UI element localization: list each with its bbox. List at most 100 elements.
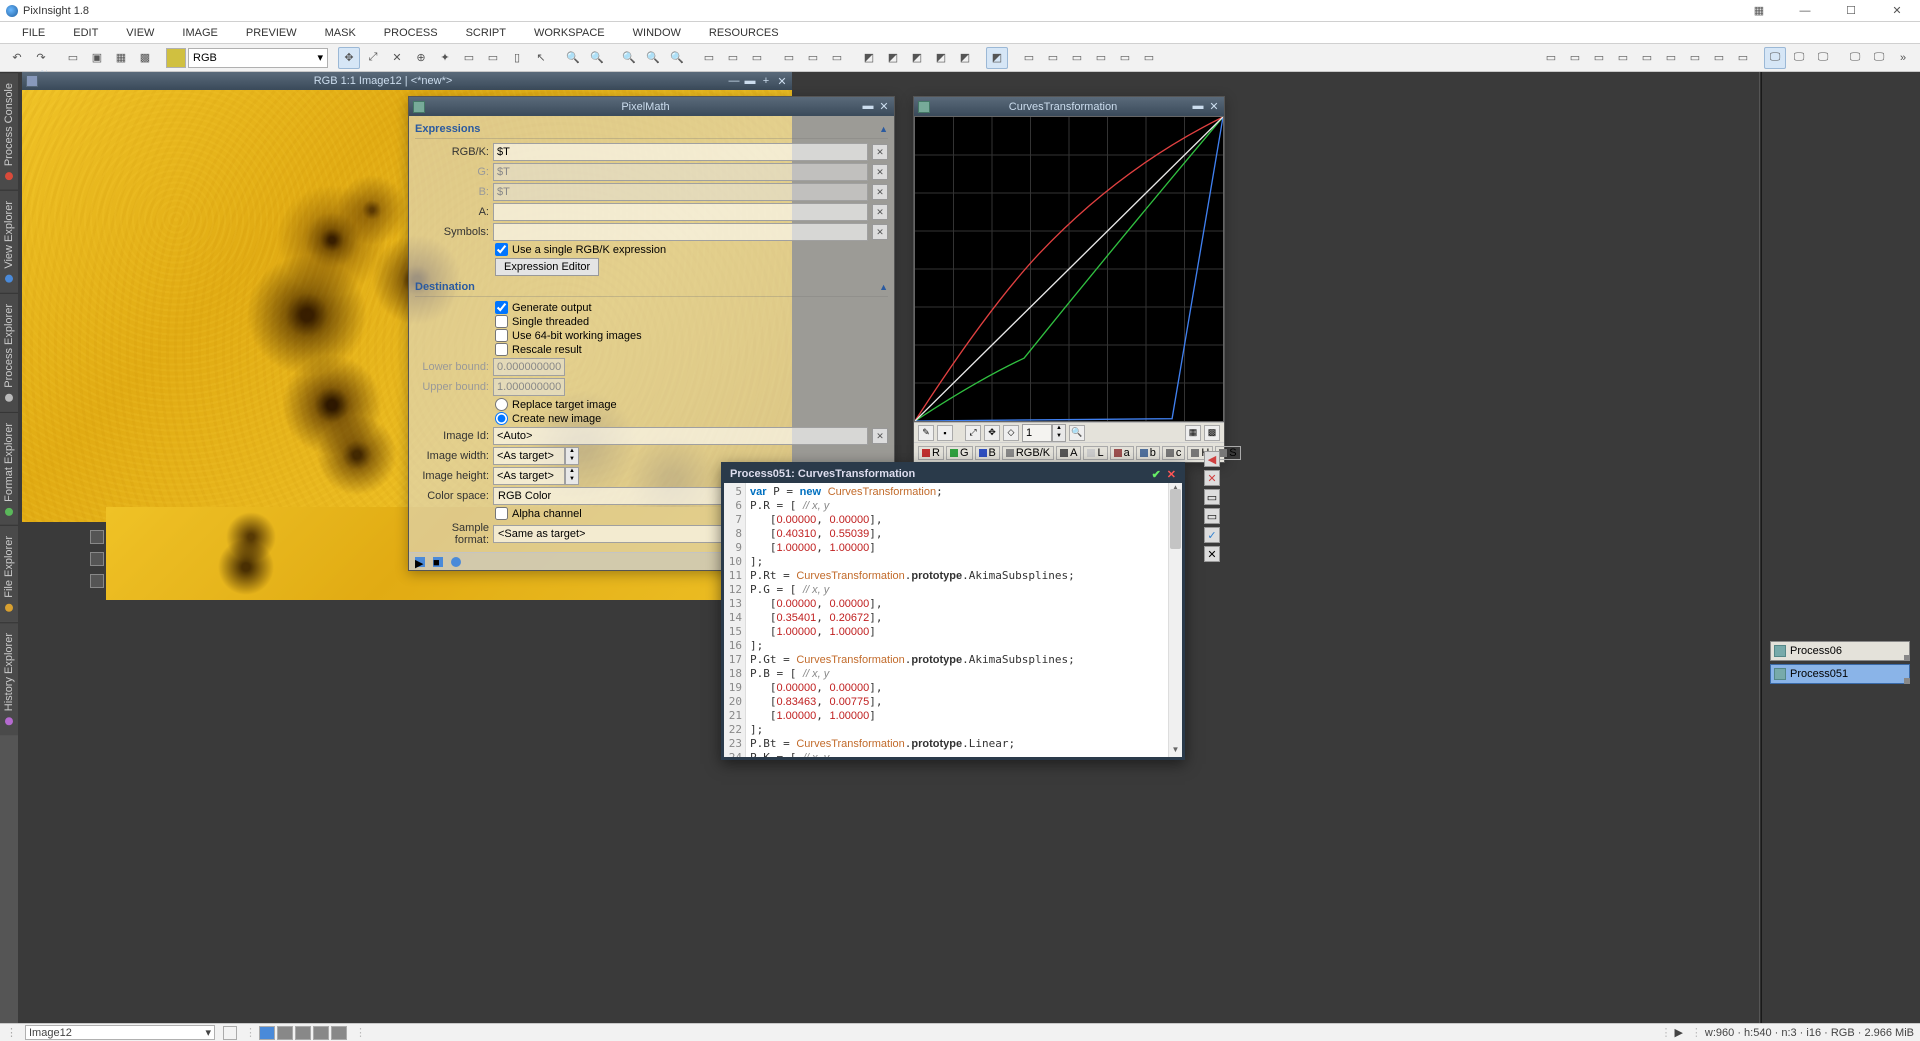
input-image-id[interactable] — [493, 427, 868, 445]
curve-grid-icon[interactable]: ▦ — [1185, 425, 1201, 441]
curves-plot[interactable] — [914, 116, 1224, 422]
preview-icon[interactable]: ▭ — [826, 47, 848, 69]
tool-icon[interactable]: ▭ — [62, 47, 84, 69]
redo-button[interactable]: ↷ — [30, 47, 52, 69]
menu-resources[interactable]: RESOURCES — [695, 24, 793, 42]
sidetab-process-console[interactable]: Process Console — [0, 72, 18, 190]
status-view-select[interactable]: Image12▾ — [25, 1025, 215, 1040]
cursor-icon[interactable]: ↖ — [530, 47, 552, 69]
grip-icon[interactable]: ⋮ — [245, 1026, 251, 1039]
mask-icon[interactable]: ◩ — [930, 47, 952, 69]
seg-icon[interactable] — [295, 1026, 311, 1040]
curve-zoom-icon[interactable]: ⤢ — [965, 425, 981, 441]
curve-zoom-icon[interactable]: ◇ — [1003, 425, 1019, 441]
menu-workspace[interactable]: WORKSPACE — [520, 24, 619, 42]
spinner-icon[interactable]: ▲▼ — [565, 447, 579, 465]
menu-process[interactable]: PROCESS — [370, 24, 452, 42]
preview-icon[interactable]: ▭ — [746, 47, 768, 69]
chk-use-single[interactable] — [495, 243, 508, 256]
curve-apply-icon[interactable]: ✓ — [1204, 527, 1220, 543]
ch-a[interactable]: A — [1056, 446, 1081, 460]
chk-use-64bit[interactable] — [495, 329, 508, 342]
screen-icon[interactable]: ▭ — [1066, 47, 1088, 69]
chk-generate-output[interactable] — [495, 301, 508, 314]
code-apply-icon[interactable]: ✔ — [1152, 468, 1161, 481]
square-icon[interactable]: ■ — [433, 557, 443, 567]
tool-icon[interactable]: ✦ — [434, 47, 456, 69]
ch-rgbk[interactable]: RGB/K — [1002, 446, 1054, 460]
curve-zoom-value[interactable] — [1022, 424, 1052, 442]
preview-icon[interactable]: ▭ — [722, 47, 744, 69]
monitor-icon[interactable]: 🖵 — [1868, 47, 1890, 69]
ch-b[interactable]: B — [975, 446, 1000, 460]
workspace-icon[interactable]: ▭ — [1540, 47, 1562, 69]
curve-tool-icon[interactable]: ▭ — [1204, 508, 1220, 524]
sidetab-view-explorer[interactable]: View Explorer — [0, 190, 18, 293]
radio-replace[interactable] — [495, 398, 508, 411]
menu-window[interactable]: WINDOW — [619, 24, 695, 42]
status-handle-icon[interactable]: ⋮ — [6, 1026, 17, 1039]
tool-icon[interactable]: ▯ — [506, 47, 528, 69]
mask-icon[interactable]: ◩ — [882, 47, 904, 69]
channel-swatch[interactable] — [166, 48, 186, 68]
input-image-height[interactable] — [493, 467, 565, 485]
grip-icon[interactable]: ⋮ — [355, 1026, 361, 1039]
mask-icon[interactable]: ◩ — [986, 47, 1008, 69]
clear-b-button[interactable]: ✕ — [872, 184, 888, 200]
screen-icon[interactable]: ▭ — [1042, 47, 1064, 69]
workspace-icon[interactable]: ▭ — [1732, 47, 1754, 69]
workspace-divider[interactable] — [1759, 72, 1762, 1023]
input-symbols[interactable] — [493, 223, 868, 241]
ch-g[interactable]: G — [946, 446, 973, 460]
workspace-icon[interactable]: ▭ — [1612, 47, 1634, 69]
preview-icon[interactable]: ▭ — [698, 47, 720, 69]
win-close-icon[interactable]: ✕ — [776, 75, 788, 88]
workspace-icon[interactable]: ▭ — [1636, 47, 1658, 69]
curve-undo-icon[interactable]: ◀ — [1204, 451, 1220, 467]
clear-g-button[interactable]: ✕ — [872, 164, 888, 180]
tool-icon[interactable]: ▦ — [110, 47, 132, 69]
tool-icon[interactable]: ▣ — [86, 47, 108, 69]
side-tool-icon[interactable] — [90, 530, 104, 544]
dlg-shade-icon[interactable]: ▬ — [862, 100, 874, 113]
seg-icon[interactable] — [277, 1026, 293, 1040]
section-destination[interactable]: Destination▲ — [415, 278, 888, 297]
ch-r[interactable]: R — [918, 446, 944, 460]
clear-a-button[interactable]: ✕ — [872, 204, 888, 220]
pixelmath-titlebar[interactable]: PixelMath ▬✕ — [409, 97, 894, 116]
screen-icon[interactable]: ▭ — [1138, 47, 1160, 69]
play-icon[interactable]: ▶ — [1674, 1026, 1682, 1039]
chk-rescale[interactable] — [495, 343, 508, 356]
menu-mask[interactable]: MASK — [311, 24, 370, 42]
status-view-icon[interactable] — [223, 1026, 237, 1040]
side-tool-icon[interactable] — [90, 552, 104, 566]
grip-icon[interactable]: ⋮ — [1691, 1026, 1697, 1039]
input-a[interactable] — [493, 203, 868, 221]
curve-point-icon[interactable]: ▪ — [937, 425, 953, 441]
code-scrollbar[interactable]: ▲▼ — [1168, 483, 1182, 757]
code-titlebar[interactable]: Process051: CurvesTransformation ✔✕ — [724, 465, 1182, 483]
curve-edit-icon[interactable]: ✎ — [918, 425, 934, 441]
screen-icon[interactable]: ▭ — [1018, 47, 1040, 69]
window-layout-icon[interactable]: ▦ — [1736, 0, 1782, 22]
clear-rgbk-button[interactable]: ✕ — [872, 144, 888, 160]
zoom-icon[interactable]: 🔍 — [618, 47, 640, 69]
spinner-icon[interactable]: ▲▼ — [565, 467, 579, 485]
sidetab-file-explorer[interactable]: File Explorer — [0, 525, 18, 622]
section-expressions[interactable]: Expressions▲ — [415, 120, 888, 139]
side-tool-icon[interactable] — [90, 574, 104, 588]
menu-file[interactable]: FILE — [8, 24, 59, 42]
ch-c[interactable]: c — [1162, 446, 1186, 460]
zoom-icon[interactable]: 🔍 — [642, 47, 664, 69]
workspace-icon[interactable]: ▭ — [1564, 47, 1586, 69]
code-close-icon[interactable]: ✕ — [1167, 468, 1176, 481]
ch-la[interactable]: a — [1110, 446, 1134, 460]
win-shade-icon[interactable]: ▬ — [744, 75, 756, 88]
monitor-icon[interactable]: 🖵 — [1844, 47, 1866, 69]
dlg-shade-icon[interactable]: ▬ — [1192, 100, 1204, 113]
workspace-icon[interactable]: ▭ — [1660, 47, 1682, 69]
tool-icon[interactable]: ⊕ — [410, 47, 432, 69]
input-image-width[interactable] — [493, 447, 565, 465]
ch-lb[interactable]: b — [1136, 446, 1160, 460]
sidetab-process-explorer[interactable]: Process Explorer — [0, 293, 18, 412]
